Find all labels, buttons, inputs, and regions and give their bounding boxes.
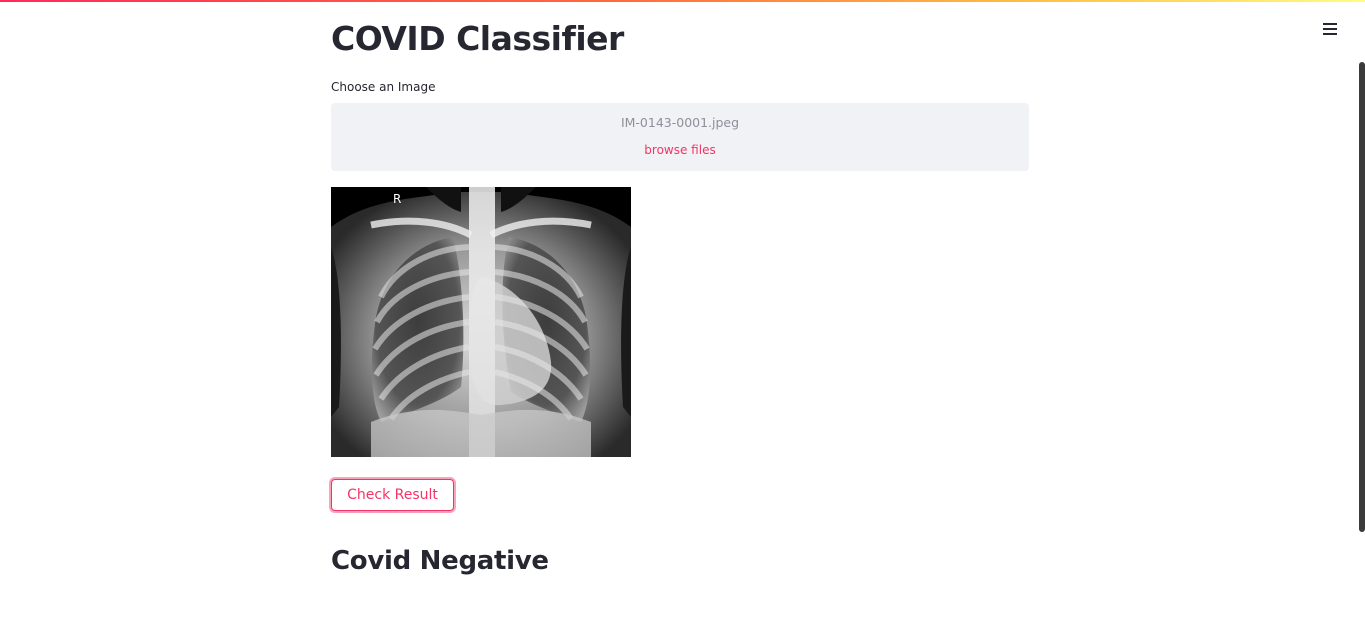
chest-xray-picture: R	[331, 187, 631, 457]
file-uploader-label: Choose an Image	[331, 80, 436, 94]
page-scrollbar[interactable]	[1359, 62, 1365, 532]
top-decoration-bar	[0, 0, 1365, 2]
uploaded-file-name: IM-0143-0001.jpeg	[620, 115, 740, 130]
file-dropzone[interactable]: IM-0143-0001.jpeg	[331, 103, 1029, 171]
hamburger-menu-icon	[1323, 23, 1337, 35]
page-title: COVID Classifier	[331, 19, 624, 58]
xray-marker: R	[393, 192, 401, 206]
check-result-button[interactable]: Check Result	[331, 479, 454, 511]
result-heading: Covid Negative	[331, 546, 549, 576]
browse-files-link[interactable]: browse files	[331, 142, 1029, 158]
chest-xray-image: R	[331, 187, 631, 457]
main-menu-button[interactable]	[1318, 17, 1342, 41]
